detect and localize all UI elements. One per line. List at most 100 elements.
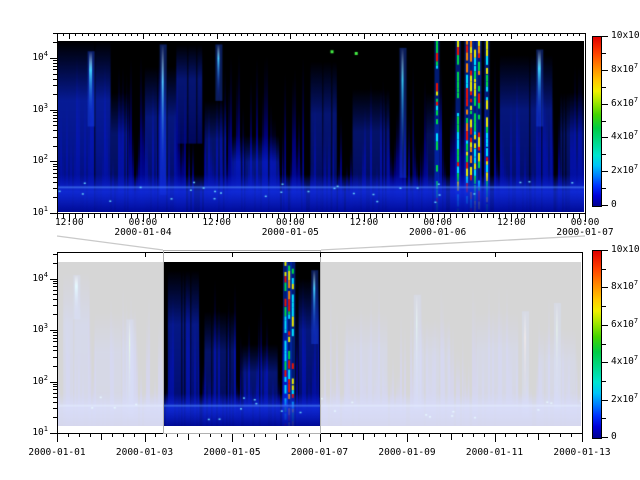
colorbar-label: 4x107 — [611, 132, 638, 142]
x-minor-tick — [94, 214, 95, 218]
colorbar-tick — [602, 87, 606, 88]
x-subminor-tick — [385, 434, 386, 437]
y-minor-tick — [53, 357, 57, 358]
x-major-tick-top — [57, 252, 58, 257]
y-minor-tick — [53, 281, 57, 282]
x-minor-tick-top — [247, 33, 248, 36]
x-minor-tick-top — [94, 33, 95, 36]
x-minor-tick-top — [333, 33, 334, 36]
x-minor-tick-top — [530, 33, 531, 36]
x-major-tick-top — [143, 33, 144, 39]
x-subminor-tick — [90, 434, 91, 437]
y-tick-label: 104 — [14, 274, 48, 284]
x-minor-tick-top — [487, 33, 488, 36]
x-minor-tick-top — [425, 33, 426, 36]
x-subminor-tick — [516, 434, 517, 437]
x-minor-tick-top — [198, 33, 199, 36]
x-major-tick-top — [495, 252, 496, 257]
x-major-tick — [57, 434, 58, 442]
colorbar-label: 2x107 — [611, 395, 638, 405]
x-subminor-tick — [243, 434, 244, 437]
x-subminor-tick — [254, 434, 255, 437]
colorbar-label: 8x107 — [611, 282, 638, 292]
x-tick-label: 2000-01-05 — [203, 448, 260, 458]
x-major-tick — [145, 434, 146, 442]
x-minor-tick — [118, 214, 119, 218]
x-minor-tick-top — [376, 33, 377, 36]
x-minor-tick-top — [499, 33, 500, 36]
faded-region-left — [58, 262, 163, 426]
detail-heatmap[interactable] — [58, 41, 584, 212]
colorbar-tick — [602, 325, 608, 326]
x-minor-tick — [100, 214, 101, 218]
y-minor-tick — [53, 338, 57, 339]
x-minor-tick-top — [407, 33, 408, 36]
y-major-tick — [50, 279, 57, 280]
x-minor-tick-top — [560, 33, 561, 36]
highlight-range-box[interactable] — [163, 250, 321, 434]
x-subminor-tick — [68, 434, 69, 437]
x-minor-tick-top — [278, 33, 279, 36]
colorbar-label: 10x107 — [611, 31, 640, 41]
colorbar-tick — [602, 269, 606, 270]
x-minor-tick — [106, 214, 107, 218]
colorbar-tick — [602, 287, 608, 288]
x-minor-tick — [536, 214, 537, 218]
colorbar-tick — [602, 154, 606, 155]
y-minor-tick — [53, 386, 57, 387]
y-minor-tick — [53, 173, 57, 174]
y-tick-label: 102 — [14, 156, 48, 166]
x-minor-tick — [419, 214, 420, 218]
y-minor-tick — [53, 79, 57, 80]
x-minor-tick — [125, 214, 126, 218]
y-minor-tick — [53, 74, 57, 75]
x-major-tick-top — [582, 252, 583, 257]
x-minor-tick-top — [180, 33, 181, 36]
x-minor-tick — [413, 214, 414, 218]
colorbar-tick — [602, 400, 608, 401]
colorbar-tick — [602, 437, 608, 438]
colorbar-tick — [602, 53, 606, 54]
x-minor-tick-top — [327, 33, 328, 36]
x-major-tick — [582, 434, 583, 442]
y-major-tick — [50, 110, 57, 111]
x-subminor-tick — [177, 434, 178, 437]
x-minor-tick — [198, 214, 199, 218]
y-minor-tick — [53, 188, 57, 189]
x-minor-tick-top — [131, 33, 132, 36]
y-minor-tick — [53, 137, 57, 138]
colorbar-tick — [602, 36, 608, 37]
x-minor-tick-top — [223, 33, 224, 36]
y-minor-tick — [53, 94, 57, 95]
x-minor-tick-top — [395, 33, 396, 36]
x-tick-label: 2000-01-07 — [291, 448, 348, 458]
x-major-tick-top — [69, 33, 70, 39]
y-tick-label: 103 — [14, 325, 48, 335]
x-subminor-tick — [134, 434, 135, 437]
x-major-tick — [232, 434, 233, 442]
x-major-tick-top — [438, 33, 439, 39]
x-minor-tick — [560, 214, 561, 218]
y-minor-tick — [53, 294, 57, 295]
y-major-tick — [50, 58, 57, 59]
x-subminor-tick — [166, 434, 167, 437]
x-minor-tick-top — [204, 33, 205, 36]
x-tick-label: 2000-01-09 — [378, 448, 435, 458]
connector-line-left — [57, 236, 163, 250]
colorbar-tick — [602, 121, 606, 122]
x-minor-tick-top — [419, 33, 420, 36]
x-major-tick-top — [364, 33, 365, 39]
x-minor-tick-top — [315, 33, 316, 36]
colorbar-tick — [602, 306, 606, 307]
x-subminor-tick — [221, 434, 222, 437]
x-tick-label: 12:00 — [497, 218, 526, 228]
x-subminor-tick — [199, 434, 200, 437]
colorbar-tick — [602, 188, 606, 189]
x-minor-tick-top — [542, 33, 543, 36]
x-tick-label: 12:00 — [55, 218, 84, 228]
x-subminor-tick — [473, 434, 474, 437]
x-minor-tick-top — [229, 33, 230, 36]
x-major-tick — [407, 434, 408, 442]
y-minor-tick — [53, 350, 57, 351]
x-major-tick — [495, 434, 496, 442]
